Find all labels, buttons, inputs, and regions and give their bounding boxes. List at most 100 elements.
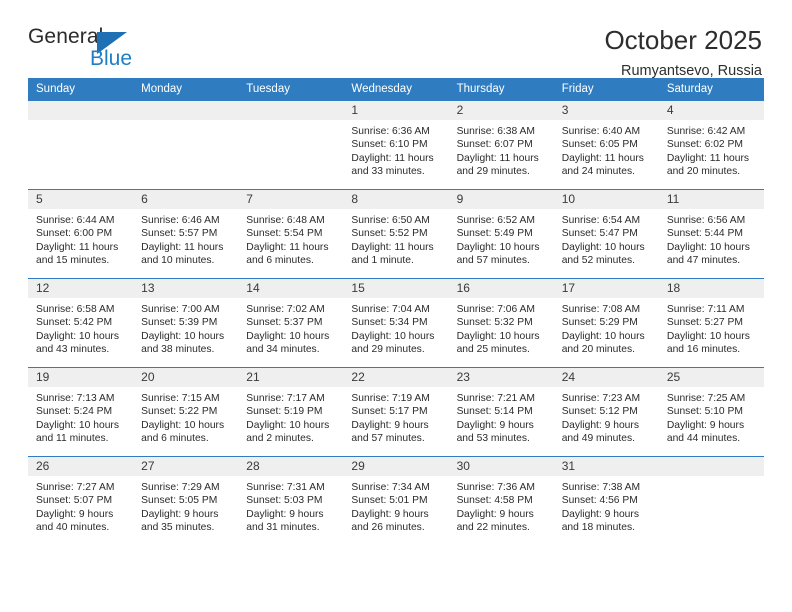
- daylight-duration-line2: and 18 minutes.: [561, 521, 635, 533]
- calendar-day-cell[interactable]: 23 Sunrise: 7:21 AM Sunset: 5:14 PM Dayligh…: [448, 367, 554, 457]
- sunset-time: Sunset: 5:29 PM: [561, 317, 638, 329]
- daylight-duration-line2: and 53 minutes.: [456, 432, 530, 444]
- day-sun-info: Sunrise: 7:06 AM Sunset: 5:32 PM Daylight:…: [449, 298, 554, 356]
- sunset-time: Sunset: 5:32 PM: [456, 317, 533, 329]
- calendar-day-cell[interactable]: 4 Sunrise: 6:42 AM Sunset: 6:02 PM Daylight…: [658, 100, 764, 190]
- day-number: 24: [553, 368, 659, 387]
- daylight-duration-line2: and 6 minutes.: [141, 432, 209, 444]
- sunrise-time: Sunrise: 7:27 AM: [36, 482, 115, 493]
- calendar-day-cell[interactable]: 29 Sunrise: 7:34 AM Sunset: 5:01 PM Dayligh…: [343, 456, 449, 546]
- calendar-day-cell[interactable]: 7 Sunrise: 6:48 AM Sunset: 5:54 PM Daylight…: [238, 189, 344, 279]
- daylight-duration-line2: and 1 minute.: [351, 254, 414, 266]
- calendar-day-cell[interactable]: 11 Sunrise: 6:56 AM Sunset: 5:44 PM Dayligh…: [658, 189, 764, 279]
- calendar-day-cell[interactable]: 21 Sunrise: 7:17 AM Sunset: 5:19 PM Dayligh…: [238, 367, 344, 457]
- daylight-duration-line2: and 29 minutes.: [456, 165, 530, 177]
- day-number: 17: [553, 279, 659, 298]
- sunrise-time: Sunrise: 7:19 AM: [351, 393, 430, 404]
- location-subtitle: Rumyantsevo, Russia: [620, 62, 762, 79]
- sunrise-time: Sunrise: 7:29 AM: [141, 482, 220, 493]
- calendar-day-cell[interactable]: 1 Sunrise: 6:36 AM Sunset: 6:10 PM Daylight…: [343, 100, 449, 190]
- daylight-duration-line2: and 44 minutes.: [666, 432, 741, 444]
- logo-text-blue: Blue: [90, 47, 133, 70]
- general-blue-logo: General Blue: [28, 26, 228, 74]
- calendar-day-cell-empty: [28, 100, 134, 190]
- day-sun-info: Sunrise: 7:08 AM Sunset: 5:29 PM Daylight:…: [554, 298, 659, 356]
- day-sun-info: Sunrise: 7:31 AM Sunset: 5:03 PM Daylight:…: [238, 476, 343, 534]
- daylight-duration-line2: and 34 minutes.: [246, 343, 320, 355]
- day-sun-info: Sunrise: 6:40 AM Sunset: 6:05 PM Daylight:…: [554, 120, 659, 178]
- calendar-day-cell[interactable]: 16 Sunrise: 7:06 AM Sunset: 5:32 PM Dayligh…: [448, 278, 554, 368]
- calendar-day-cell[interactable]: 19 Sunrise: 7:13 AM Sunset: 5:24 PM Dayligh…: [28, 367, 134, 457]
- calendar-day-cell[interactable]: 12 Sunrise: 6:58 AM Sunset: 5:42 PM Dayligh…: [28, 278, 134, 368]
- calendar-day-cell[interactable]: 17 Sunrise: 7:08 AM Sunset: 5:29 PM Dayligh…: [553, 278, 659, 368]
- sunset-time: Sunset: 5:22 PM: [141, 406, 218, 418]
- day-number: 30: [448, 457, 554, 476]
- daylight-duration-line2: and 26 minutes.: [351, 521, 425, 533]
- daylight-duration-line2: and 24 minutes.: [561, 165, 635, 177]
- daylight-duration-line2: and 25 minutes.: [456, 343, 530, 355]
- day-sun-info: Sunrise: 7:27 AM Sunset: 5:07 PM Daylight:…: [28, 476, 133, 534]
- calendar-day-cell[interactable]: 28 Sunrise: 7:31 AM Sunset: 5:03 PM Dayligh…: [238, 456, 344, 546]
- daylight-duration-line2: and 29 minutes.: [351, 343, 425, 355]
- calendar-day-cell[interactable]: 26 Sunrise: 7:27 AM Sunset: 5:07 PM Dayligh…: [28, 456, 134, 546]
- sunset-time: Sunset: 4:56 PM: [561, 495, 638, 507]
- day-sun-info: Sunrise: 7:38 AM Sunset: 4:56 PM Daylight:…: [554, 476, 659, 534]
- sunrise-sunset-calendar-table: Sunday Monday Tuesday Wednesday Thursday…: [28, 78, 764, 546]
- sunrise-time: Sunrise: 7:06 AM: [456, 304, 535, 315]
- calendar-day-cell[interactable]: 27 Sunrise: 7:29 AM Sunset: 5:05 PM Dayligh…: [133, 456, 239, 546]
- calendar-day-cell[interactable]: 8 Sunrise: 6:50 AM Sunset: 5:52 PM Daylight…: [343, 189, 449, 279]
- calendar-day-cell[interactable]: 22 Sunrise: 7:19 AM Sunset: 5:17 PM Dayligh…: [343, 367, 449, 457]
- calendar-day-cell[interactable]: 6 Sunrise: 6:46 AM Sunset: 5:57 PM Daylight…: [133, 189, 239, 279]
- day-sun-info: Sunrise: 6:42 AM Sunset: 6:02 PM Daylight:…: [659, 120, 764, 178]
- daylight-duration-line1: Daylight: 10 hours: [36, 330, 119, 342]
- day-sun-info: Sunrise: 6:44 AM Sunset: 6:00 PM Daylight:…: [28, 209, 133, 267]
- day-sun-info: Sunrise: 7:19 AM Sunset: 5:17 PM Daylight:…: [343, 387, 448, 445]
- day-number: 19: [28, 368, 134, 387]
- calendar-day-cell[interactable]: 18 Sunrise: 7:11 AM Sunset: 5:27 PM Dayligh…: [658, 278, 764, 368]
- calendar-week-row: 5 Sunrise: 6:44 AM Sunset: 6:00 PM Daylight…: [28, 189, 764, 279]
- sunset-time: Sunset: 6:05 PM: [561, 139, 638, 151]
- daylight-duration-line2: and 52 minutes.: [561, 254, 635, 266]
- weekday-header-sunday: Sunday: [28, 78, 134, 101]
- calendar-day-cell[interactable]: 2 Sunrise: 6:38 AM Sunset: 6:07 PM Daylight…: [448, 100, 554, 190]
- daylight-duration-line1: Daylight: 9 hours: [351, 419, 429, 431]
- calendar-day-cell[interactable]: 10 Sunrise: 6:54 AM Sunset: 5:47 PM Dayligh…: [553, 189, 659, 279]
- daylight-duration-line2: and 43 minutes.: [36, 343, 110, 355]
- day-number: 1: [343, 101, 449, 120]
- page-title: October 2025: [604, 25, 762, 55]
- sunrise-time: Sunrise: 6:54 AM: [561, 215, 641, 226]
- calendar-page: General Blue October 2025 Rumyantsevo, R…: [0, 0, 792, 612]
- sunrise-time: Sunrise: 7:21 AM: [456, 393, 535, 404]
- calendar-day-cell[interactable]: 14 Sunrise: 7:02 AM Sunset: 5:37 PM Dayligh…: [238, 278, 344, 368]
- sunset-time: Sunset: 5:19 PM: [246, 406, 323, 418]
- day-sun-info: Sunrise: 6:54 AM Sunset: 5:47 PM Daylight:…: [554, 209, 659, 267]
- daylight-duration-line2: and 22 minutes.: [456, 521, 530, 533]
- page-header: General Blue October 2025 Rumyantsevo, R…: [28, 0, 764, 79]
- sunrise-time: Sunrise: 7:13 AM: [36, 393, 115, 404]
- daylight-duration-line1: Daylight: 10 hours: [36, 419, 119, 431]
- daylight-duration-line2: and 11 minutes.: [36, 432, 109, 444]
- sunset-time: Sunset: 5:57 PM: [141, 228, 218, 240]
- daylight-duration-line2: and 2 minutes.: [246, 432, 314, 444]
- daylight-duration-line1: Daylight: 11 hours: [561, 152, 644, 164]
- calendar-day-cell[interactable]: 25 Sunrise: 7:25 AM Sunset: 5:10 PM Dayligh…: [658, 367, 764, 457]
- sunset-time: Sunset: 6:07 PM: [456, 139, 533, 151]
- daylight-duration-line2: and 20 minutes.: [561, 343, 635, 355]
- calendar-day-cell[interactable]: 3 Sunrise: 6:40 AM Sunset: 6:05 PM Daylight…: [553, 100, 659, 190]
- calendar-day-cell[interactable]: 13 Sunrise: 7:00 AM Sunset: 5:39 PM Dayligh…: [133, 278, 239, 368]
- calendar-day-cell[interactable]: 24 Sunrise: 7:23 AM Sunset: 5:12 PM Dayligh…: [553, 367, 659, 457]
- calendar-day-cell[interactable]: 20 Sunrise: 7:15 AM Sunset: 5:22 PM Dayligh…: [133, 367, 239, 457]
- day-number: 13: [133, 279, 239, 298]
- calendar-day-cell[interactable]: 15 Sunrise: 7:04 AM Sunset: 5:34 PM Dayligh…: [343, 278, 449, 368]
- daylight-duration-line1: Daylight: 10 hours: [246, 419, 330, 431]
- calendar-day-cell[interactable]: 30 Sunrise: 7:36 AM Sunset: 4:58 PM Dayligh…: [448, 456, 554, 546]
- sunset-time: Sunset: 5:39 PM: [141, 317, 218, 329]
- calendar-day-cell[interactable]: 31 Sunrise: 7:38 AM Sunset: 4:56 PM Dayligh…: [553, 456, 659, 546]
- sunrise-time: Sunrise: 7:04 AM: [351, 304, 430, 315]
- daylight-duration-line1: Daylight: 9 hours: [351, 508, 429, 520]
- calendar-day-cell[interactable]: 5 Sunrise: 6:44 AM Sunset: 6:00 PM Daylight…: [28, 189, 134, 279]
- calendar-day-cell[interactable]: 9 Sunrise: 6:52 AM Sunset: 5:49 PM Daylight…: [448, 189, 554, 279]
- weekday-header-friday: Friday: [553, 78, 659, 101]
- title-block: October 2025 Rumyantsevo, Russia: [604, 25, 764, 79]
- day-sun-info: Sunrise: 7:34 AM Sunset: 5:01 PM Daylight:…: [343, 476, 448, 534]
